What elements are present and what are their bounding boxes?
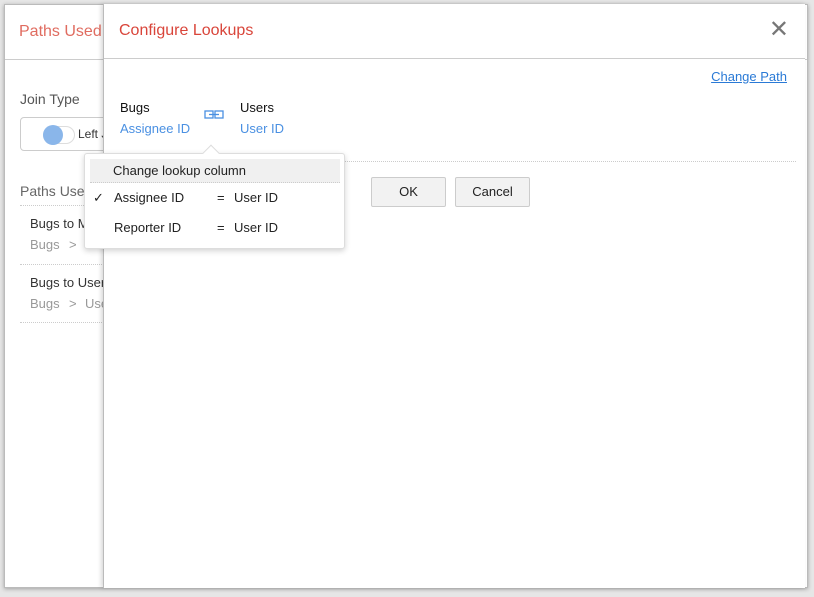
right-table-name: Users [240, 100, 274, 115]
dropdown-option[interactable]: Reporter ID = User ID [85, 215, 344, 241]
chevron-right-icon: > [69, 296, 77, 311]
panel-title: Paths Used [19, 23, 102, 40]
left-table-name: Bugs [120, 100, 150, 115]
paths-used-label: Paths Used [20, 183, 93, 199]
left-column-link[interactable]: Assignee ID [120, 121, 190, 136]
path-name[interactable]: Bugs to M [30, 216, 89, 231]
ok-button[interactable]: OK [371, 177, 446, 207]
equals-sign: = [217, 190, 225, 205]
toggle-switch[interactable] [43, 125, 75, 145]
option-left: Reporter ID [114, 220, 182, 235]
check-icon: ✓ [93, 190, 104, 205]
change-path-link[interactable]: Change Path [711, 69, 787, 84]
cancel-button[interactable]: Cancel [455, 177, 530, 207]
option-left: Assignee ID [114, 190, 185, 205]
lookup-column-dropdown: Change lookup column ✓ Assignee ID = Use… [84, 144, 345, 249]
chevron-right-icon: > [69, 237, 77, 252]
path-from: Bugs [30, 296, 60, 311]
close-icon[interactable]: ✕ [769, 18, 789, 42]
path-name[interactable]: Bugs to User [30, 275, 105, 290]
equals-sign: = [217, 220, 225, 235]
option-right: User ID [234, 220, 279, 235]
path-from: Bugs [30, 237, 60, 252]
join-type-label: Join Type [20, 91, 80, 107]
divider [344, 161, 796, 162]
link-icon[interactable] [204, 110, 224, 120]
dropdown-header: Change lookup column [90, 159, 340, 183]
configure-lookups-dialog: Configure Lookups ✕ Change Path Bugs Ass… [103, 4, 805, 588]
toggle-knob [43, 125, 63, 145]
divider [104, 58, 805, 59]
dialog-title: Configure Lookups [119, 22, 254, 39]
option-right: User ID [234, 190, 279, 205]
right-column-link[interactable]: User ID [240, 121, 284, 136]
dropdown-option[interactable]: ✓ Assignee ID = User ID [85, 185, 344, 211]
